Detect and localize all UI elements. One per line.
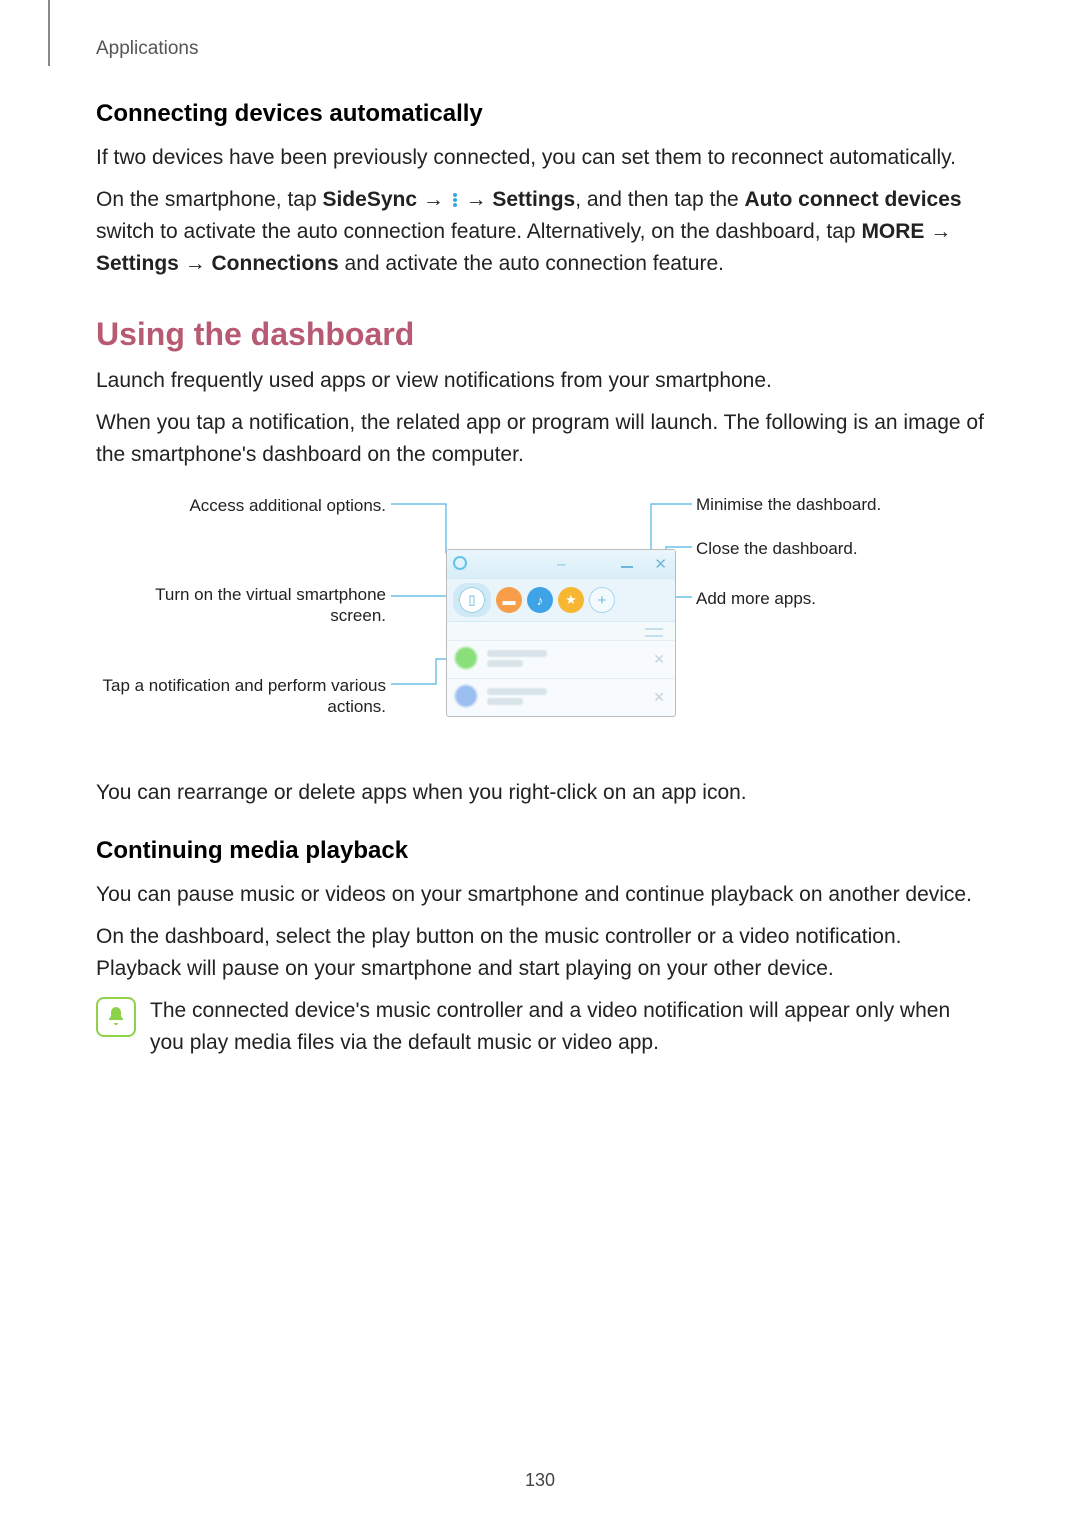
header-divider (48, 0, 50, 66)
heading-media: Continuing media playback (96, 837, 984, 865)
phone-screen-icon[interactable]: ▯ (459, 587, 485, 613)
favorites-app-icon[interactable]: ★ (558, 587, 584, 613)
dismiss-icon[interactable]: ✕ (653, 689, 665, 706)
notif-text (487, 685, 547, 708)
dashboard-window: ⎓ ✕ ▯ ▬ ♪ ★ + ✕ ✕ (446, 549, 676, 717)
dashboard-apps-row: ▯ ▬ ♪ ★ + (447, 578, 675, 622)
heading-connecting: Connecting devices automatically (96, 100, 984, 128)
heading-using-dashboard: Using the dashboard (96, 316, 984, 353)
app-pill: ▯ (453, 583, 491, 617)
notification-item[interactable]: ✕ (447, 678, 675, 716)
add-app-icon[interactable]: + (589, 587, 615, 613)
arrow: → (179, 252, 212, 275)
bell-icon (96, 997, 136, 1037)
text: switch to activate the auto connection f… (96, 220, 861, 243)
bold: Auto connect devices (745, 188, 962, 211)
page-number: 130 (0, 1470, 1080, 1491)
paragraph: On the dashboard, select the play button… (96, 921, 984, 985)
paragraph: On the smartphone, tap SideSync → → Sett… (96, 184, 984, 280)
music-app-icon[interactable]: ♪ (527, 587, 553, 613)
note-text: The connected device's music controller … (150, 995, 984, 1059)
diagram: Access additional options. Turn on the v… (96, 489, 976, 749)
bold: MORE (861, 220, 924, 243)
arrow: → (417, 188, 450, 211)
folder-app-icon[interactable]: ▬ (496, 587, 522, 613)
arrow: → (924, 220, 951, 243)
header-breadcrumb: Applications (96, 38, 198, 60)
callout-add-apps: Add more apps. (696, 589, 976, 609)
paragraph: Launch frequently used apps or view noti… (96, 365, 984, 397)
arrow: → (460, 188, 493, 211)
notif-text (487, 647, 547, 670)
paragraph: If two devices have been previously conn… (96, 142, 984, 174)
refresh-icon[interactable] (453, 556, 467, 570)
dismiss-icon[interactable]: ✕ (653, 651, 665, 668)
callout-minimise: Minimise the dashboard. (696, 495, 976, 515)
music-controller[interactable] (447, 622, 675, 640)
page-content: Connecting devices automatically If two … (96, 100, 984, 1069)
text: On the smartphone, tap (96, 188, 322, 211)
bold: Settings (96, 252, 179, 275)
bold: Settings (492, 188, 575, 211)
notif-app-icon (455, 647, 477, 669)
notification-item[interactable]: ✕ (447, 640, 675, 678)
minimise-icon[interactable] (619, 556, 635, 570)
notif-app-icon (455, 685, 477, 707)
paragraph: You can rearrange or delete apps when yo… (96, 777, 984, 809)
more-icon (450, 192, 460, 208)
bold: SideSync (322, 188, 417, 211)
note-block: The connected device's music controller … (96, 995, 984, 1069)
callout-virtual-screen: Turn on the virtual smartphone screen. (96, 584, 386, 626)
bold: Connections (212, 252, 339, 275)
paragraph: When you tap a notification, the related… (96, 407, 984, 471)
dashboard-titlebar: ⎓ ✕ (447, 550, 675, 578)
callout-options: Access additional options. (96, 495, 386, 516)
callout-notification: Tap a notification and perform various a… (96, 675, 386, 717)
paragraph: You can pause music or videos on your sm… (96, 879, 984, 911)
usb-icon: ⎓ (557, 559, 571, 569)
text: , and then tap the (575, 188, 744, 211)
close-icon[interactable]: ✕ (654, 555, 667, 573)
text: and activate the auto connection feature… (339, 252, 724, 275)
callout-close: Close the dashboard. (696, 539, 976, 559)
